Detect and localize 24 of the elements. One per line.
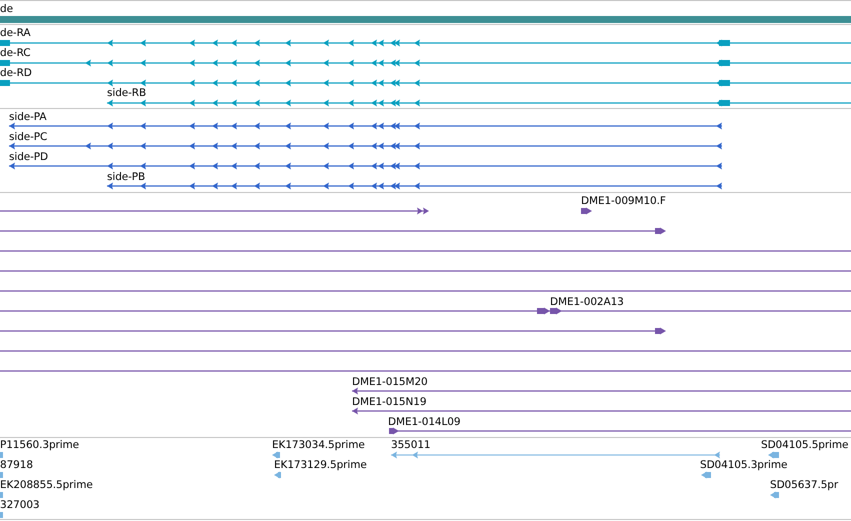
feature-label: side-PA	[9, 111, 46, 123]
feature-label: de-RC	[0, 47, 31, 59]
feature-label: side-RB	[107, 87, 146, 99]
feature-label: SD04105.3prime	[700, 459, 788, 471]
feature-label: SD05637.5pr	[770, 479, 838, 491]
feature-label: de-RD	[0, 67, 32, 79]
feature-label: EK173129.5prime	[274, 459, 367, 471]
feature-label: side-PB	[107, 171, 146, 183]
feature-label: de-RA	[0, 27, 30, 39]
feature-label: EK173034.5prime	[272, 439, 365, 451]
feature-label: DME1-015M20	[352, 376, 428, 388]
feature-label: EK208855.5prime	[0, 479, 93, 491]
feature-label: DME1-014L09	[388, 416, 460, 428]
feature-label: DME1-015N19	[352, 396, 426, 408]
feature-label: SD04105.5prime	[761, 439, 848, 451]
feature-label: P11560.3prime	[0, 439, 80, 451]
feature-label: DME1-002A13	[550, 296, 624, 308]
feature-label: side-PC	[9, 131, 48, 143]
track-label: de	[0, 3, 13, 15]
feature-label: side-PD	[9, 151, 48, 163]
feature-label: 355011	[391, 439, 430, 451]
feature-label: 87918	[0, 459, 33, 471]
feature-label: DME1-009M10.F	[581, 195, 666, 207]
feature-label: 327003	[0, 499, 40, 511]
